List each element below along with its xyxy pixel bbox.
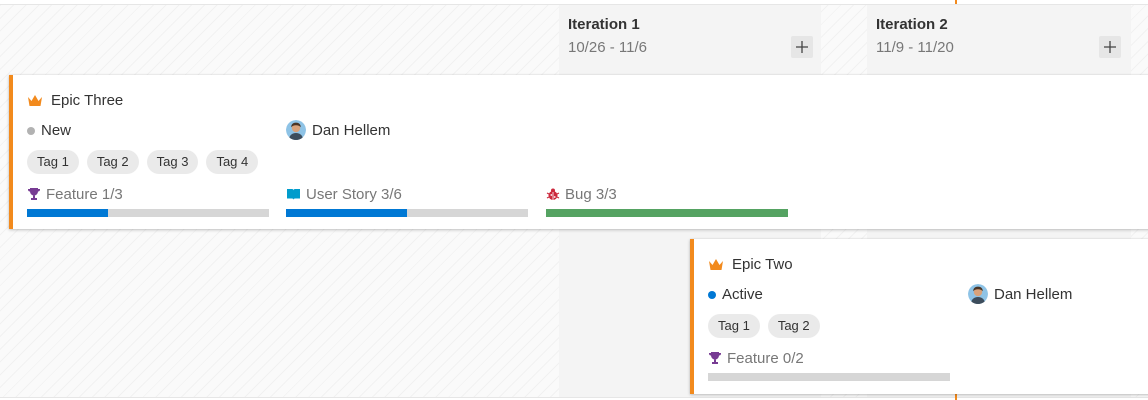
state-field[interactable]: New bbox=[27, 122, 71, 139]
rollup-bug[interactable]: Bug 3/3 bbox=[546, 184, 788, 217]
tag[interactable]: Tag 1 bbox=[27, 150, 79, 174]
progress-bar bbox=[286, 209, 528, 217]
rollup-feature[interactable]: Feature 0/2 bbox=[708, 348, 950, 381]
rollup-label: Feature 0/2 bbox=[727, 349, 804, 367]
progress-fill bbox=[286, 209, 407, 217]
crown-icon bbox=[709, 258, 723, 270]
bug-icon bbox=[546, 188, 560, 200]
card-title-row: Epic Three bbox=[27, 92, 123, 109]
rollup-feature[interactable]: Feature 1/3 bbox=[27, 184, 269, 217]
card-title-row: Epic Two bbox=[708, 256, 793, 273]
card-title[interactable]: Epic Two bbox=[732, 256, 793, 273]
card-title[interactable]: Epic Three bbox=[51, 92, 123, 109]
tag-list: Tag 1 Tag 2 bbox=[708, 314, 820, 338]
rollup-label: User Story 3/6 bbox=[306, 185, 402, 203]
trophy-icon bbox=[709, 352, 721, 364]
epic-card-epic-three[interactable]: Epic Three New Dan Hellem Tag 1 Tag 2 Ta… bbox=[9, 75, 1148, 229]
tag[interactable]: Tag 2 bbox=[86, 150, 139, 174]
progress-fill bbox=[27, 209, 108, 217]
assignee-field[interactable]: Dan Hellem bbox=[968, 284, 1072, 304]
state-label: Active bbox=[722, 286, 763, 303]
iteration-dates: 11/9 - 11/20 bbox=[876, 39, 954, 56]
progress-bar bbox=[708, 373, 950, 381]
iteration-title: Iteration 2 bbox=[876, 16, 948, 33]
add-item-button-iteration-2[interactable] bbox=[1099, 36, 1121, 58]
tag[interactable]: Tag 2 bbox=[767, 314, 820, 338]
assignee-name: Dan Hellem bbox=[994, 285, 1073, 303]
rollup-label: Feature 1/3 bbox=[46, 185, 123, 203]
add-item-button-iteration-1[interactable] bbox=[791, 36, 813, 58]
today-marker-bottom bbox=[955, 394, 957, 400]
state-dot bbox=[708, 290, 716, 299]
iteration-title: Iteration 1 bbox=[568, 16, 640, 33]
rollup-label: Bug 3/3 bbox=[565, 185, 617, 203]
plus-icon bbox=[1104, 41, 1116, 53]
epic-card-epic-two[interactable]: Epic Two Active Dan Hellem Tag 1 Tag 2 F… bbox=[690, 239, 1148, 394]
avatar bbox=[286, 120, 306, 140]
iteration-2-header: Iteration 2 11/9 - 11/20 bbox=[876, 16, 1122, 56]
tag[interactable]: Tag 4 bbox=[206, 150, 259, 174]
assignee-field[interactable]: Dan Hellem bbox=[286, 120, 390, 140]
bottom-divider bbox=[0, 397, 1148, 398]
progress-bar bbox=[546, 209, 788, 217]
iteration-1-header: Iteration 1 10/26 - 11/6 bbox=[568, 16, 814, 56]
today-marker-top bbox=[955, 0, 957, 4]
progress-fill bbox=[546, 209, 788, 217]
rollup-user-story[interactable]: User Story 3/6 bbox=[286, 184, 528, 217]
tag[interactable]: Tag 3 bbox=[146, 150, 199, 174]
assignee-name: Dan Hellem bbox=[312, 121, 391, 139]
plus-icon bbox=[796, 41, 808, 53]
book-icon bbox=[287, 189, 300, 200]
tag-list: Tag 1 Tag 2 Tag 3 Tag 4 bbox=[27, 150, 259, 174]
progress-bar bbox=[27, 209, 269, 217]
crown-icon bbox=[28, 94, 42, 106]
state-field[interactable]: Active bbox=[708, 286, 763, 303]
iteration-dates: 10/26 - 11/6 bbox=[568, 39, 647, 56]
state-dot bbox=[27, 126, 35, 135]
trophy-icon bbox=[28, 188, 40, 200]
state-label: New bbox=[41, 122, 72, 139]
tag[interactable]: Tag 1 bbox=[708, 314, 760, 338]
top-divider bbox=[0, 4, 1148, 5]
avatar bbox=[968, 284, 988, 304]
